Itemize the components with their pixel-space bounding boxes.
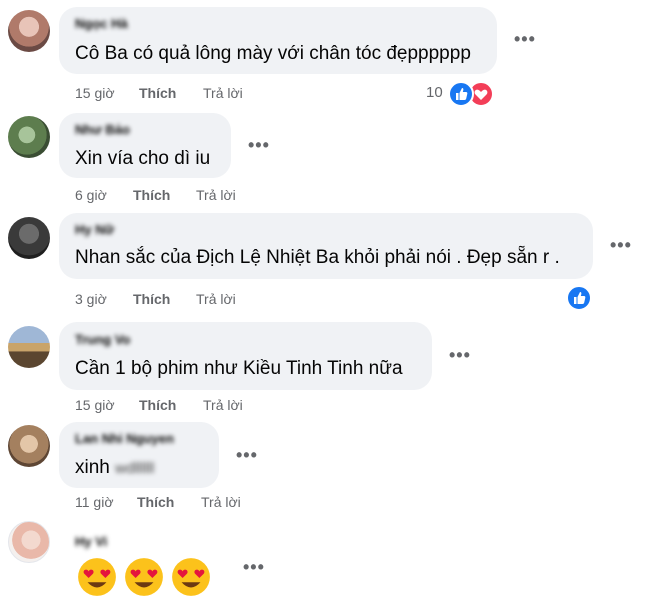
avatar[interactable] bbox=[8, 116, 50, 158]
comment-text: Xin vía cho dì iu bbox=[75, 148, 211, 169]
emoji-row bbox=[76, 556, 216, 600]
like-button[interactable]: Thích bbox=[139, 397, 176, 413]
comment-time[interactable]: 15 giờ bbox=[75, 85, 115, 101]
reply-button[interactable]: Trả lời bbox=[203, 397, 243, 413]
avatar[interactable] bbox=[8, 10, 50, 52]
more-options-icon[interactable]: ••• bbox=[449, 346, 471, 364]
more-options-icon[interactable]: ••• bbox=[243, 558, 265, 576]
reply-button[interactable]: Trả lời bbox=[201, 494, 241, 510]
comment-text-visible: xinh bbox=[75, 457, 110, 478]
heart-eyes-emoji bbox=[125, 558, 163, 596]
comment-actions: 15 giờ Thích Trả lời bbox=[75, 397, 375, 417]
comment-author[interactable]: Ngọc Hà bbox=[75, 16, 128, 31]
like-icon bbox=[566, 285, 592, 311]
comment-author[interactable]: Hy Nữ bbox=[75, 222, 114, 237]
comment-author[interactable]: Hy Vi bbox=[75, 534, 107, 549]
comment-actions: 15 giờ Thích Trả lời bbox=[75, 85, 375, 105]
more-options-icon[interactable]: ••• bbox=[610, 236, 632, 254]
comment-time[interactable]: 3 giờ bbox=[75, 291, 107, 307]
comment-author[interactable]: Lan Nhi Nguyen bbox=[75, 431, 174, 446]
more-options-icon[interactable]: ••• bbox=[514, 30, 536, 48]
comment-bubble: Hy Nữ Nhan sắc của Địch Lệ Nhiệt Ba khỏi… bbox=[59, 213, 593, 279]
like-button[interactable]: Thích bbox=[133, 291, 170, 307]
comment-actions: 3 giờ Thích Trả lời bbox=[75, 291, 375, 311]
avatar[interactable] bbox=[8, 326, 50, 368]
heart-eyes-emoji bbox=[78, 558, 116, 596]
comment-time[interactable]: 11 giờ bbox=[75, 494, 114, 510]
comment-author[interactable]: Như Bảo bbox=[75, 122, 130, 137]
comment-bubble: Ngọc Hà Cô Ba có quả lông mày với chân t… bbox=[59, 7, 497, 74]
heart-eyes-emoji bbox=[172, 558, 210, 596]
avatar[interactable] bbox=[8, 425, 50, 467]
reply-button[interactable]: Trả lời bbox=[196, 187, 236, 203]
more-options-icon[interactable]: ••• bbox=[236, 446, 258, 464]
comment-text: Nhan sắc của Địch Lệ Nhiệt Ba khỏi phải … bbox=[75, 247, 560, 268]
comment-text: xinh wdllllll bbox=[75, 457, 154, 479]
like-button[interactable]: Thích bbox=[139, 85, 176, 101]
comment-time[interactable]: 15 giờ bbox=[75, 397, 115, 413]
comment-bubble: Trung Vo Cần 1 bộ phim như Kiều Tinh Tin… bbox=[59, 322, 432, 390]
like-button[interactable]: Thích bbox=[137, 494, 174, 510]
like-icon bbox=[448, 81, 474, 107]
more-options-icon[interactable]: ••• bbox=[248, 136, 270, 154]
reply-button[interactable]: Trả lời bbox=[196, 291, 236, 307]
avatar[interactable] bbox=[8, 217, 50, 259]
comment-time[interactable]: 6 giờ bbox=[75, 187, 107, 203]
comment-actions: 11 giờ Thích Trả lời bbox=[75, 494, 375, 514]
reply-button[interactable]: Trả lời bbox=[203, 85, 243, 101]
reaction-summary[interactable]: 10 bbox=[424, 81, 494, 107]
comment-bubble: Lan Nhi Nguyen xinh wdllllll bbox=[59, 422, 219, 488]
comment-text: Cần 1 bộ phim như Kiều Tinh Tinh nữa bbox=[75, 358, 403, 379]
comment-text: Cô Ba có quả lông mày với chân tóc đẹppp… bbox=[75, 43, 471, 64]
like-button[interactable]: Thích bbox=[133, 187, 170, 203]
reaction-count: 10 bbox=[426, 84, 443, 101]
comment-actions: 6 giờ Thích Trả lời bbox=[75, 187, 375, 207]
reaction-summary[interactable] bbox=[566, 285, 592, 311]
comment-author[interactable]: Trung Vo bbox=[75, 332, 130, 347]
comment-text-obscured: wdllllll bbox=[115, 460, 155, 477]
comment-bubble: Như Bảo Xin vía cho dì iu bbox=[59, 113, 231, 178]
avatar[interactable] bbox=[8, 521, 50, 563]
